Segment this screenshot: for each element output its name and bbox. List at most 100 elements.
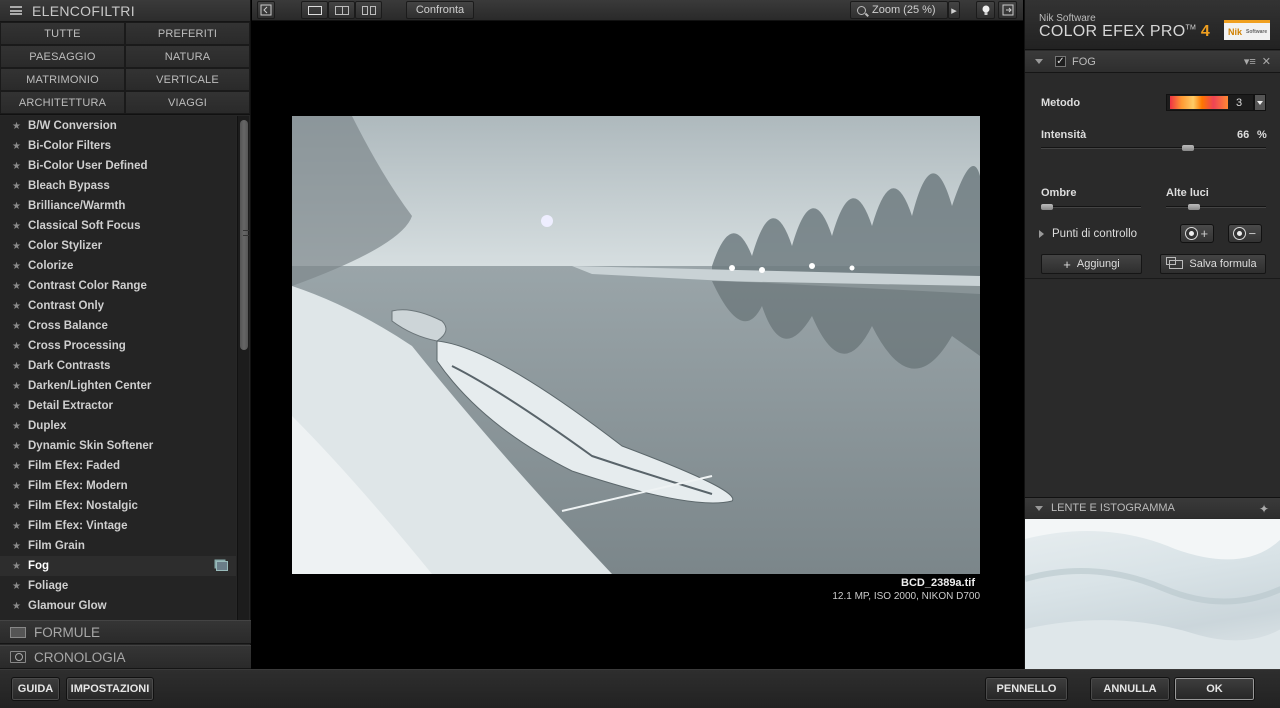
compare-button[interactable]: Confronta: [406, 1, 474, 19]
filter-item[interactable]: ★ Duplex: [0, 416, 236, 436]
favorite-star-icon[interactable]: ★: [12, 461, 28, 472]
expand-icon[interactable]: [1039, 230, 1044, 238]
collapse-icon[interactable]: [1035, 505, 1043, 511]
filter-item[interactable]: ★ Contrast Only: [0, 296, 236, 316]
favorite-star-icon[interactable]: ★: [12, 421, 28, 432]
favorite-star-icon[interactable]: ★: [12, 121, 28, 132]
intensita-slider-thumb[interactable]: [1182, 145, 1194, 151]
category-paesaggio[interactable]: PAESAGGIO: [0, 45, 125, 68]
category-verticale[interactable]: VERTICALE: [125, 68, 250, 91]
zoom-button[interactable]: Zoom (25 %): [850, 1, 948, 19]
category-matrimonio[interactable]: MATRIMONIO: [0, 68, 125, 91]
formule-section[interactable]: FORMULE: [0, 620, 251, 644]
filter-list-header[interactable]: ELENCOFILTRI: [0, 0, 250, 22]
view-split-button[interactable]: [328, 1, 355, 19]
category-architettura[interactable]: ARCHITETTURA: [0, 91, 125, 114]
filter-item[interactable]: ★ Bi-Color Filters: [0, 136, 236, 156]
ombre-slider[interactable]: [1041, 204, 1141, 210]
filter-item[interactable]: ★ Foliage: [0, 576, 236, 596]
filter-item[interactable]: ★ Bleach Bypass: [0, 176, 236, 196]
impostazioni-button[interactable]: IMPOSTAZIONI: [66, 677, 154, 701]
favorite-star-icon[interactable]: ★: [12, 521, 28, 532]
collapse-icon[interactable]: [1035, 59, 1043, 64]
guida-button[interactable]: GUIDA: [11, 677, 60, 701]
loupe-button[interactable]: [976, 1, 995, 19]
close-icon[interactable]: ✕: [1262, 55, 1271, 68]
view-single-button[interactable]: [301, 1, 328, 19]
favorite-star-icon[interactable]: ★: [12, 401, 28, 412]
favorite-star-icon[interactable]: ★: [12, 201, 28, 212]
pin-icon[interactable]: ✦: [1259, 502, 1269, 516]
view-side-by-side-button[interactable]: [355, 1, 382, 19]
image-viewer[interactable]: BCD_2389a.tif 12.1 MP, ISO 2000, NIKON D…: [252, 22, 1023, 669]
favorite-star-icon[interactable]: ★: [12, 141, 28, 152]
filter-item[interactable]: ★ Color Stylizer: [0, 236, 236, 256]
favorite-star-icon[interactable]: ★: [12, 181, 28, 192]
filter-item[interactable]: ★ Dark Contrasts: [0, 356, 236, 376]
filter-item[interactable]: ★ Dynamic Skin Softener: [0, 436, 236, 456]
filter-item[interactable]: ★ Classical Soft Focus: [0, 216, 236, 236]
scrollbar-thumb[interactable]: [240, 120, 249, 350]
favorite-star-icon[interactable]: ★: [12, 241, 28, 252]
favorite-star-icon[interactable]: ★: [12, 321, 28, 332]
filter-item[interactable]: ★ Film Efex: Vintage: [0, 516, 236, 536]
favorite-star-icon[interactable]: ★: [12, 381, 28, 392]
filter-item[interactable]: ★ Fog: [0, 556, 236, 576]
remove-control-point-button[interactable]: −: [1228, 224, 1262, 243]
alte-luci-slider[interactable]: [1166, 204, 1266, 210]
metodo-dropdown-button[interactable]: [1254, 94, 1266, 111]
filter-item[interactable]: ★ Film Efex: Faded: [0, 456, 236, 476]
filter-item[interactable]: ★ B/W Conversion: [0, 116, 236, 136]
favorite-star-icon[interactable]: ★: [12, 501, 28, 512]
preview-image[interactable]: [292, 116, 980, 574]
favorite-star-icon[interactable]: ★: [12, 601, 28, 612]
favorite-star-icon[interactable]: ★: [12, 341, 28, 352]
filter-item[interactable]: ★ Film Efex: Modern: [0, 476, 236, 496]
cronologia-section[interactable]: CRONOLOGIA: [0, 645, 251, 669]
category-preferiti[interactable]: PREFERITI: [125, 22, 250, 45]
category-tutte[interactable]: TUTTE: [0, 22, 125, 45]
filter-item[interactable]: ★ Cross Processing: [0, 336, 236, 356]
metodo-select[interactable]: 3: [1166, 94, 1254, 111]
filter-menu-icon[interactable]: ▾≡: [1244, 55, 1256, 68]
ombre-slider-thumb[interactable]: [1041, 204, 1053, 210]
lens-histogram-header[interactable]: LENTE E ISTOGRAMMA ✦: [1025, 497, 1280, 518]
filter-item[interactable]: ★ Darken/Lighten Center: [0, 376, 236, 396]
pennello-button[interactable]: PENNELLO: [985, 677, 1068, 701]
filter-item[interactable]: ★ Cross Balance: [0, 316, 236, 336]
favorite-star-icon[interactable]: ★: [12, 581, 28, 592]
filter-item[interactable]: ★ Brilliance/Warmth: [0, 196, 236, 216]
alte-luci-slider-thumb[interactable]: [1188, 204, 1200, 210]
intensita-slider[interactable]: [1041, 145, 1266, 151]
category-natura[interactable]: NATURA: [125, 45, 250, 68]
filter-item[interactable]: ★ Glamour Glow: [0, 596, 236, 616]
favorite-star-icon[interactable]: ★: [12, 261, 28, 272]
salva-formula-button[interactable]: Salva formula: [1160, 254, 1266, 274]
filter-item[interactable]: ★ Colorize: [0, 256, 236, 276]
favorite-star-icon[interactable]: ★: [12, 541, 28, 552]
favorite-star-icon[interactable]: ★: [12, 281, 28, 292]
favorite-star-icon[interactable]: ★: [12, 481, 28, 492]
filter-item[interactable]: ★ Detail Extractor: [0, 396, 236, 416]
category-viaggi[interactable]: VIAGGI: [125, 91, 250, 114]
favorite-star-icon[interactable]: ★: [12, 301, 28, 312]
filter-item[interactable]: ★ Contrast Color Range: [0, 276, 236, 296]
fog-enable-checkbox[interactable]: ✓: [1055, 56, 1066, 67]
add-filter-stack-icon[interactable]: [216, 561, 228, 571]
filter-list-scrollbar[interactable]: [237, 116, 249, 620]
fog-filter-header[interactable]: ✓ FOG ▾≡ ✕: [1025, 51, 1280, 73]
add-control-point-button[interactable]: +: [1180, 224, 1214, 243]
ok-button[interactable]: OK: [1174, 677, 1255, 701]
favorite-star-icon[interactable]: ★: [12, 561, 28, 572]
filter-item[interactable]: ★ Film Grain: [0, 536, 236, 556]
annulla-button[interactable]: ANNULLA: [1090, 677, 1170, 701]
favorite-star-icon[interactable]: ★: [12, 221, 28, 232]
aggiungi-button[interactable]: + Aggiungi: [1041, 254, 1142, 274]
filter-item[interactable]: ★ Bi-Color User Defined: [0, 156, 236, 176]
zoom-menu-button[interactable]: ▸: [948, 1, 960, 19]
favorite-star-icon[interactable]: ★: [12, 441, 28, 452]
filter-item[interactable]: ★ Film Efex: Nostalgic: [0, 496, 236, 516]
favorite-star-icon[interactable]: ★: [12, 161, 28, 172]
fullscreen-button[interactable]: [998, 1, 1017, 19]
favorite-star-icon[interactable]: ★: [12, 361, 28, 372]
